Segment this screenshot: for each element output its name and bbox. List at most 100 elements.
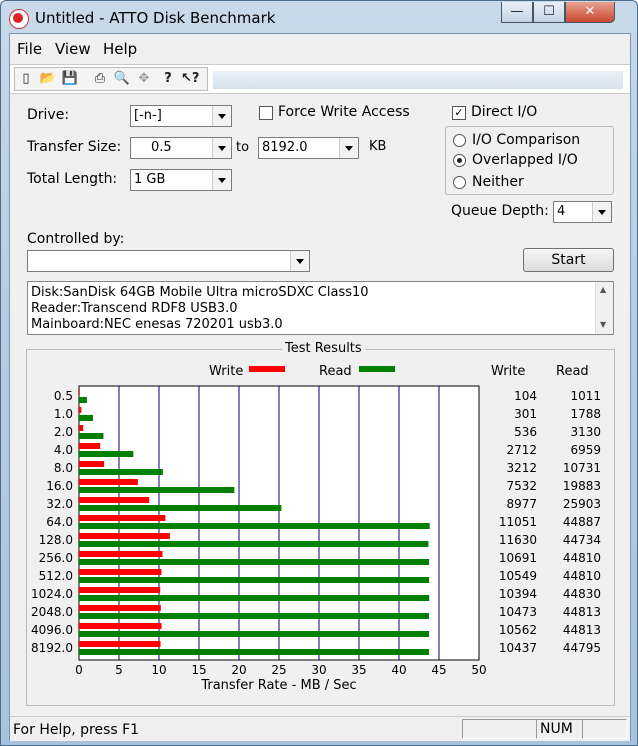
read-value: 3130 <box>570 425 601 439</box>
context-help-icon[interactable]: ↖? <box>181 70 199 88</box>
print-preview-icon[interactable]: 🔍 <box>113 70 131 88</box>
transfer-size-to-select[interactable]: 8192.0 <box>258 137 359 159</box>
write-bar <box>79 641 161 647</box>
app-window: Untitled - ATTO Disk Benchmark — ☐ ✕ Fil… <box>0 0 638 746</box>
write-bar <box>79 443 101 449</box>
read-value: 44810 <box>563 551 601 565</box>
chevron-down-icon[interactable] <box>592 202 611 222</box>
write-value: 2712 <box>506 443 537 457</box>
write-value: 11051 <box>499 515 537 529</box>
read-bar <box>79 487 235 493</box>
menu-file[interactable]: File <box>17 40 42 58</box>
write-value: 536 <box>514 425 537 439</box>
x-tick-label: 15 <box>191 663 206 677</box>
move-icon[interactable]: ✥ <box>135 70 153 88</box>
write-value: 10562 <box>499 623 537 637</box>
maximize-button[interactable]: ☐ <box>533 2 565 23</box>
read-bar <box>79 469 163 475</box>
close-button[interactable]: ✕ <box>565 2 615 23</box>
x-tick-label: 5 <box>115 663 123 677</box>
to-label: to <box>236 140 250 155</box>
scroll-down-icon[interactable]: ▼ <box>600 320 606 329</box>
queue-depth-select[interactable]: 4 <box>553 201 612 223</box>
chevron-down-icon[interactable] <box>212 170 231 190</box>
info-line: Mainboard:NEC enesas 720201 usb3.0 <box>31 317 283 332</box>
read-value: 10731 <box>563 461 601 475</box>
read-value: 44887 <box>563 515 601 529</box>
write-value: 10549 <box>499 569 537 583</box>
write-value: 8977 <box>506 497 537 511</box>
toolbar: ▯ 📂 💾 ⎙ 🔍 ✥ ? ↖? <box>10 64 630 94</box>
start-button[interactable]: Start <box>523 248 614 272</box>
read-bar <box>79 631 430 637</box>
controlled-by-label: Controlled by: <box>27 231 125 247</box>
write-bar <box>79 569 162 575</box>
chevron-down-icon[interactable] <box>290 251 309 271</box>
read-column-header: Read <box>556 364 589 379</box>
transfer-size-from-select[interactable]: 0.5 <box>130 137 232 159</box>
status-pane-empty <box>582 719 627 739</box>
write-bar <box>79 533 170 539</box>
read-bar <box>79 415 93 421</box>
y-tick-label: 64.0 <box>46 515 73 529</box>
write-value: 10394 <box>499 587 537 601</box>
toolbar-group: ▯ 📂 💾 ⎙ 🔍 ✥ ? ↖? <box>14 67 208 91</box>
open-icon[interactable]: 📂 <box>39 70 57 88</box>
read-bar <box>79 613 430 619</box>
overlapped-io-radio[interactable] <box>453 154 466 167</box>
save-icon[interactable]: 💾 <box>61 70 79 88</box>
io-comparison-label: I/O Comparison <box>472 132 581 148</box>
client-area: File View Help ▯ 📂 💾 ⎙ 🔍 ✥ ? ↖? Drive: [… <box>9 33 631 741</box>
x-tick-label: 35 <box>351 663 366 677</box>
y-tick-label: 8.0 <box>54 461 73 475</box>
force-write-checkbox[interactable] <box>259 106 273 120</box>
chevron-down-icon[interactable] <box>212 106 231 126</box>
chevron-down-icon[interactable] <box>212 138 231 158</box>
toolbar-spacer <box>213 71 623 89</box>
chevron-down-icon[interactable] <box>339 138 358 158</box>
total-length-select[interactable]: 1 GB <box>130 169 232 191</box>
legend-read-swatch <box>359 366 395 372</box>
num-lock-indicator: NUM <box>536 719 583 739</box>
neither-radio[interactable] <box>453 176 466 189</box>
new-icon[interactable]: ▯ <box>17 70 35 88</box>
info-line: Disk:SanDisk 64GB Mobile Ultra microSDXC… <box>31 285 369 300</box>
scroll-up-icon[interactable]: ▲ <box>600 285 606 294</box>
direct-io-checkbox[interactable]: ✓ <box>452 106 466 120</box>
atto-app-icon <box>9 9 29 29</box>
y-tick-label: 2048.0 <box>31 605 73 619</box>
status-help-text: For Help, press F1 <box>13 722 140 738</box>
minimize-button[interactable]: — <box>501 2 533 23</box>
read-value: 44813 <box>563 623 601 637</box>
read-bar <box>79 451 134 457</box>
menu-help[interactable]: Help <box>103 40 137 58</box>
menu-view[interactable]: View <box>55 40 91 58</box>
read-value: 44810 <box>563 569 601 583</box>
help-icon[interactable]: ? <box>159 70 177 88</box>
read-value: 44830 <box>563 587 601 601</box>
write-value: 10473 <box>499 605 537 619</box>
queue-depth-label: Queue Depth: <box>451 203 549 219</box>
textbox-scrollbar[interactable]: ▲ ▼ <box>595 282 613 334</box>
read-bar <box>79 397 87 403</box>
description-textbox[interactable]: Disk:SanDisk 64GB Mobile Ultra microSDXC… <box>27 281 614 335</box>
write-bar <box>79 623 162 629</box>
y-tick-label: 128.0 <box>39 533 73 547</box>
print-icon[interactable]: ⎙ <box>91 70 109 88</box>
write-value: 11630 <box>499 533 537 547</box>
read-value: 6959 <box>570 443 601 457</box>
y-tick-label: 32.0 <box>46 497 73 511</box>
neither-label: Neither <box>472 174 524 190</box>
controlled-by-select[interactable] <box>27 250 310 272</box>
read-value: 44813 <box>563 605 601 619</box>
kb-label: KB <box>369 139 387 154</box>
force-write-label: Force Write Access <box>278 104 410 120</box>
read-value: 19883 <box>563 479 601 493</box>
write-value: 7532 <box>506 479 537 493</box>
io-comparison-radio[interactable] <box>453 134 466 147</box>
title-bar[interactable]: Untitled - ATTO Disk Benchmark — ☐ ✕ <box>1 1 637 33</box>
y-tick-label: 4.0 <box>54 443 73 457</box>
read-bar <box>79 595 430 601</box>
write-bar <box>79 407 82 413</box>
drive-select[interactable]: [-n-] <box>130 105 232 127</box>
